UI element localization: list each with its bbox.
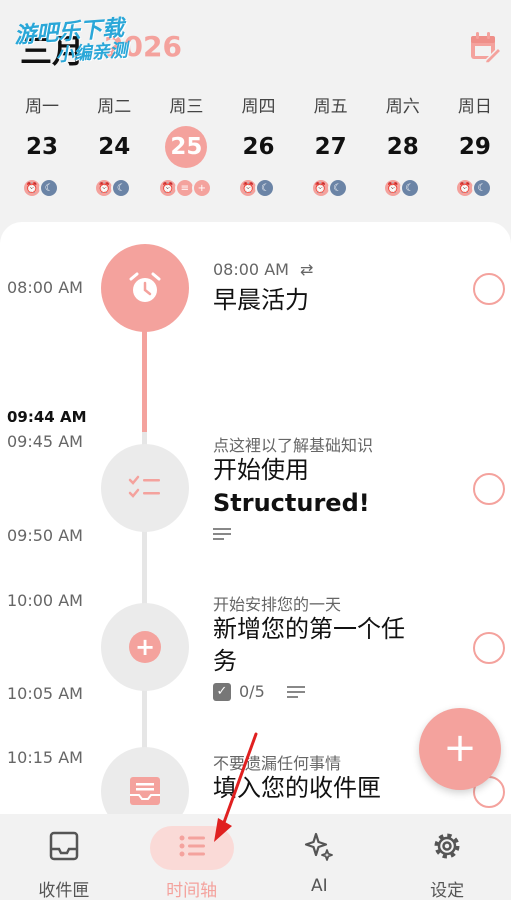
day-name: 周二: [97, 97, 132, 117]
plus-icon: +: [129, 631, 161, 663]
time-label: 10:00 AM: [7, 591, 83, 610]
header: 三月 2026 游吧乐下载 小编亲测 周一 23 ⏰ ☾ 周二 24 ⏰ ☾ 周…: [0, 0, 511, 222]
day-task-dots: ⏰ ☾: [222, 178, 294, 198]
task-bubble-inbox[interactable]: [101, 747, 189, 814]
time-label: 10:15 AM: [7, 748, 83, 767]
notes-icon: [213, 528, 231, 540]
day-mon[interactable]: 周一 23 ⏰ ☾: [6, 92, 78, 198]
subtask-count: 0/5: [239, 682, 265, 701]
day-number: 24: [98, 134, 131, 160]
annotation-arrow-icon: [214, 732, 258, 842]
plus-dot-icon: +: [191, 178, 212, 198]
checklist-icon: [128, 475, 160, 498]
moon-dot-icon: ☾: [39, 178, 60, 198]
moon-dot-icon: ☾: [399, 178, 420, 198]
day-thu[interactable]: 周四 26 ⏰ ☾: [222, 92, 294, 198]
nav-label: AI: [311, 876, 328, 896]
day-task-dots: ⏰ ☾: [295, 178, 367, 198]
day-sat[interactable]: 周六 28 ⏰ ☾: [367, 92, 439, 198]
day-task-dots: ⏰ ☾: [367, 178, 439, 198]
day-number-selected: 25: [165, 126, 208, 168]
task-complete-checkbox[interactable]: [473, 273, 505, 305]
day-name: 周日: [457, 97, 492, 117]
notes-icon: [286, 685, 305, 698]
day-sun[interactable]: 周日 29 ⏰ ☾: [439, 92, 511, 198]
task-bubble-checklist[interactable]: [101, 444, 189, 532]
watermark: 游吧乐下载 小编亲测: [13, 10, 128, 66]
day-task-dots: ⏰ ☾: [78, 178, 150, 198]
task-subtitle: 开始安排您的一天: [213, 595, 342, 614]
day-number: 27: [314, 134, 347, 160]
task-time: 08:00 AM ⇄: [213, 260, 313, 279]
nav-inbox[interactable]: 收件匣: [0, 814, 128, 900]
inbox-icon: [130, 777, 160, 805]
add-task-button[interactable]: +: [419, 708, 501, 790]
moon-dot-icon: ☾: [471, 178, 492, 198]
nav-label: 时间轴: [166, 881, 218, 900]
moon-dot-icon: ☾: [327, 178, 348, 198]
day-name: 周四: [241, 97, 276, 117]
task-title[interactable]: 开始使用: [213, 454, 309, 486]
day-number: 29: [458, 134, 491, 160]
task-title[interactable]: 早晨活力: [213, 284, 309, 316]
day-name: 周六: [385, 97, 420, 117]
gear-icon: [434, 833, 460, 859]
task-time-text: 08:00 AM: [213, 260, 289, 279]
moon-dot-icon: ☾: [111, 178, 132, 198]
inbox-icon: [49, 831, 79, 861]
nav-label: 收件匣: [38, 881, 90, 900]
time-label: 08:00 AM: [7, 278, 83, 297]
subtask-check-icon: ✓: [213, 682, 231, 701]
time-label: 10:05 AM: [7, 684, 83, 703]
task-bubble-alarm[interactable]: [101, 244, 189, 332]
task-complete-checkbox[interactable]: [473, 473, 505, 505]
day-tue[interactable]: 周二 24 ⏰ ☾: [78, 92, 150, 198]
task-title-line2[interactable]: Structured!: [213, 487, 370, 519]
day-fri[interactable]: 周五 27 ⏰ ☾: [295, 92, 367, 198]
task-title[interactable]: 新增您的第一个任: [213, 613, 405, 645]
day-number: 23: [26, 134, 59, 160]
calendar-edit-icon[interactable]: [468, 30, 503, 64]
nav-label: 设定: [430, 881, 465, 900]
day-number: 26: [242, 134, 275, 160]
repeat-icon: ⇄: [300, 260, 314, 279]
task-bubble-add[interactable]: +: [101, 603, 189, 691]
time-label: 09:45 AM: [7, 432, 83, 451]
day-name: 周一: [25, 97, 60, 117]
task-meta: [213, 528, 231, 540]
day-name: 周三: [169, 97, 204, 117]
day-number: 28: [386, 134, 419, 160]
task-complete-checkbox[interactable]: [473, 632, 505, 664]
task-subtitle: 点这裡以了解基础知识: [213, 436, 374, 455]
sparkle-icon: [305, 832, 334, 861]
task-title-line2[interactable]: 务: [213, 645, 237, 677]
nav-settings[interactable]: 设定: [383, 814, 511, 900]
moon-dot-icon: ☾: [255, 178, 276, 198]
day-task-dots: ⏰ ≡ +: [150, 178, 222, 198]
current-time-label: 09:44 AM: [7, 408, 87, 426]
task-meta: ✓ 0/5: [213, 682, 305, 701]
day-task-dots: ⏰ ☾: [6, 178, 78, 198]
time-label: 09:50 AM: [7, 526, 83, 545]
day-wed[interactable]: 周三 25 ⏰ ≡ +: [150, 92, 222, 198]
day-name: 周五: [313, 97, 348, 117]
week-strip: 周一 23 ⏰ ☾ 周二 24 ⏰ ☾ 周三 25 ⏰ ≡ + 周四 26 ⏰ …: [6, 92, 511, 198]
day-task-dots: ⏰ ☾: [439, 178, 511, 198]
watermark-line2: 小编亲测: [55, 39, 129, 66]
alarm-clock-icon: [129, 272, 161, 302]
